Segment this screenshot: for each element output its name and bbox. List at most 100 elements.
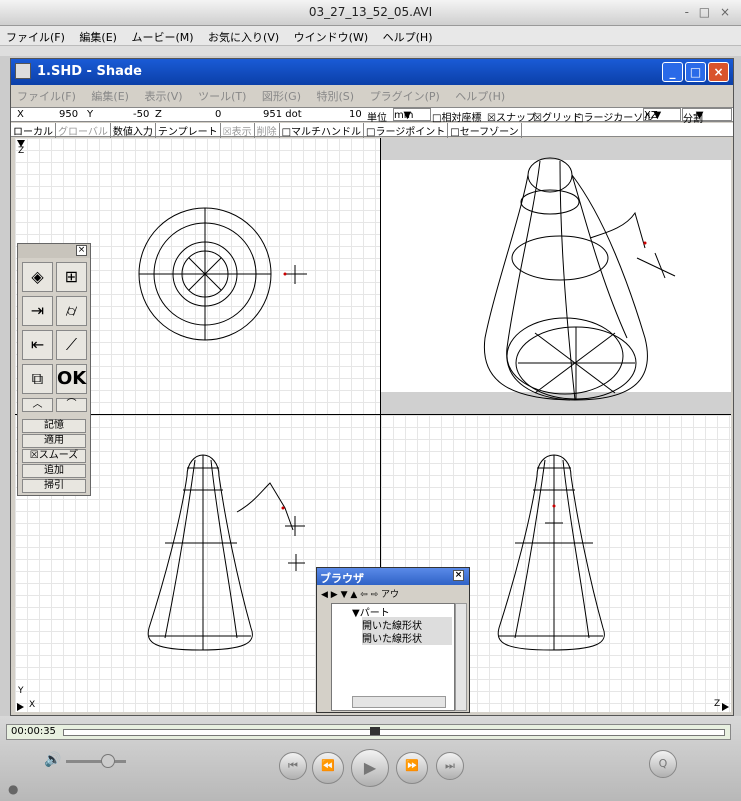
front-view-point bbox=[281, 506, 285, 510]
rewind-icon[interactable]: ⏪ bbox=[312, 752, 344, 784]
tree-item[interactable]: 開いた線形状 bbox=[362, 630, 452, 645]
player-window-controls[interactable]: - □ × bbox=[685, 5, 733, 19]
playhead[interactable] bbox=[370, 727, 381, 735]
memory-button[interactable]: 記憶 bbox=[22, 419, 86, 433]
browser-tab[interactable]: アウ bbox=[381, 590, 399, 600]
volume-slider[interactable] bbox=[66, 760, 126, 763]
shade-app-icon bbox=[15, 63, 31, 79]
shade-title: 1.SHD - Shade bbox=[37, 64, 142, 79]
relative-checkbox[interactable]: □相対座標 bbox=[432, 109, 481, 124]
player-menu-edit[interactable]: 編集(E) bbox=[73, 26, 122, 45]
template-button[interactable]: テンプレート bbox=[156, 123, 221, 138]
shade-menu-help[interactable]: ヘルプ(H) bbox=[449, 85, 511, 104]
horizontal-scrollbar[interactable] bbox=[352, 696, 446, 708]
hierarchy-tool-icon[interactable]: ⊞ bbox=[56, 262, 87, 292]
curve-small-icon[interactable]: ︿ bbox=[22, 398, 53, 412]
multi-handle-checkbox[interactable]: □マルチハンドル bbox=[280, 123, 365, 138]
shade-menu-file[interactable]: ファイル(F) bbox=[11, 85, 82, 104]
move-tool-icon[interactable]: ⇥ bbox=[22, 296, 53, 326]
maximize-button[interactable]: □ bbox=[685, 62, 706, 82]
cylinder-tool-icon[interactable]: ⌭ bbox=[56, 296, 87, 326]
sweep-button[interactable]: 掃引 bbox=[22, 479, 86, 493]
global-button[interactable]: グローバル bbox=[56, 123, 111, 138]
skip-forward-icon[interactable]: ⏭ bbox=[436, 752, 464, 780]
apply-button[interactable]: 適用 bbox=[22, 434, 86, 448]
browser-toolbar: ◀ ▶ ▼ ▲ ⇦ ⇨ アウ bbox=[321, 587, 469, 601]
y-value: -50 bbox=[133, 109, 150, 120]
shade-menu-shape[interactable]: 図形(G) bbox=[256, 85, 307, 104]
split-select[interactable]: 分割 ▼ bbox=[682, 108, 732, 125]
player-menu-favorites[interactable]: お気に入り(V) bbox=[202, 26, 284, 45]
snap-checkbox[interactable]: ☒スナップ bbox=[487, 109, 536, 124]
tool-palette: × ◈ ⊞ ⇥ ⌭ ⇤ ⟋ ⧉ OK ︿ ⌒ 記憶 適用 ☒スムーズ 追加 掃引 bbox=[17, 243, 91, 496]
safe-zone-checkbox[interactable]: □セーフゾーン bbox=[448, 123, 522, 138]
player-menu-window[interactable]: ウインドウ(W) bbox=[288, 26, 373, 45]
skip-back-icon[interactable]: ⏮ bbox=[279, 752, 307, 780]
close-button[interactable]: × bbox=[708, 62, 729, 82]
down-arrow-icon[interactable]: ▼ bbox=[341, 590, 348, 600]
top-view-point bbox=[283, 272, 287, 276]
plane-select[interactable]: XZ ▼ bbox=[643, 108, 681, 121]
shade-menu-view[interactable]: 表示(V) bbox=[138, 85, 188, 104]
browser-tree: ▼パート 開いた線形状 開いた線形状 bbox=[331, 603, 455, 711]
add-button[interactable]: 追加 bbox=[22, 464, 86, 478]
shade-menu-special[interactable]: 特別(S) bbox=[311, 85, 361, 104]
right-arrow-icon[interactable]: ▶ bbox=[331, 590, 338, 600]
play-icon[interactable]: ▶ bbox=[351, 749, 389, 787]
tool-palette-header[interactable]: × bbox=[18, 244, 90, 258]
front-view-cursors bbox=[285, 516, 305, 571]
curve-large-icon[interactable]: ⌒ bbox=[56, 398, 87, 412]
ok-button[interactable]: OK bbox=[56, 364, 87, 394]
delete-button[interactable]: 削除 bbox=[255, 123, 280, 138]
large-point-checkbox[interactable]: □ラージポイント bbox=[364, 123, 449, 138]
copy-tool-icon[interactable]: ⧉ bbox=[22, 364, 53, 394]
num-value: 10 bbox=[349, 109, 362, 120]
browser-header[interactable]: ブラウザ × bbox=[317, 568, 469, 585]
z-axis-label: Z bbox=[18, 146, 25, 156]
close-icon[interactable]: × bbox=[453, 570, 464, 581]
chevron-down-icon: ▼ bbox=[653, 110, 662, 121]
apple-icon: ● bbox=[8, 782, 19, 796]
perspective-wireframe bbox=[483, 157, 676, 401]
vertical-scrollbar[interactable] bbox=[455, 603, 467, 711]
chevron-down-icon: ▼ bbox=[695, 110, 704, 121]
player-menu-help[interactable]: ヘルプ(H) bbox=[377, 26, 438, 45]
side-view-wireframe bbox=[497, 454, 605, 651]
large-cursor-checkbox[interactable]: □ラージカーソル bbox=[574, 109, 653, 124]
minimize-button[interactable]: _ bbox=[662, 62, 683, 82]
line-tool-icon[interactable]: ⟋ bbox=[56, 330, 87, 360]
quicktime-icon[interactable]: Q bbox=[649, 750, 677, 778]
back-arrow-icon[interactable]: ⇦ bbox=[360, 590, 368, 600]
speaker-icon[interactable]: 🔊 bbox=[44, 752, 61, 768]
z-value: 0 bbox=[215, 109, 222, 120]
left-arrow-icon[interactable]: ◀ bbox=[321, 590, 328, 600]
edit-tool-icon[interactable]: ◈ bbox=[22, 262, 53, 292]
z-label: Z bbox=[155, 109, 162, 120]
display-checkbox[interactable]: ☒表示 bbox=[221, 123, 255, 138]
player-menu-movie[interactable]: ムービー(M) bbox=[125, 26, 198, 45]
shade-title-bar: 1.SHD - Shade _ □ × bbox=[11, 59, 733, 85]
dot-value: 951 dot bbox=[263, 109, 302, 120]
forward-arrow-icon[interactable]: ⇨ bbox=[371, 590, 379, 600]
timecode: 00:00:35 bbox=[11, 726, 56, 737]
numeric-input-button[interactable]: 数値入力 bbox=[111, 123, 156, 138]
close-icon[interactable]: × bbox=[76, 245, 87, 256]
x-axis-label: X bbox=[29, 700, 36, 710]
shade-menu-tool[interactable]: ツール(T) bbox=[192, 85, 252, 104]
top-view-wireframe bbox=[138, 207, 272, 341]
scale-tool-icon[interactable]: ⇤ bbox=[22, 330, 53, 360]
unit-select[interactable]: mm ▼ bbox=[393, 108, 431, 121]
smooth-checkbox[interactable]: ☒スムーズ bbox=[22, 449, 86, 463]
unit-label: 単位 bbox=[367, 113, 387, 124]
shade-menu-edit[interactable]: 編集(E) bbox=[85, 85, 135, 104]
up-arrow-icon[interactable]: ▲ bbox=[350, 590, 357, 600]
player-menu-file[interactable]: ファイル(F) bbox=[0, 26, 70, 45]
volume-knob[interactable] bbox=[101, 754, 115, 768]
side-view-point bbox=[552, 504, 556, 508]
secondary-toolbar: ローカル グローバル 数値入力 テンプレート ☒表示 削除 □マルチハンドル □ラージポイント… bbox=[11, 123, 733, 138]
shade-menu-plugin[interactable]: プラグイン(P) bbox=[364, 85, 446, 104]
local-button[interactable]: ローカル bbox=[11, 123, 56, 138]
seek-track[interactable] bbox=[63, 727, 725, 736]
player-movie-top bbox=[0, 46, 741, 56]
fast-forward-icon[interactable]: ⏩ bbox=[396, 752, 428, 784]
